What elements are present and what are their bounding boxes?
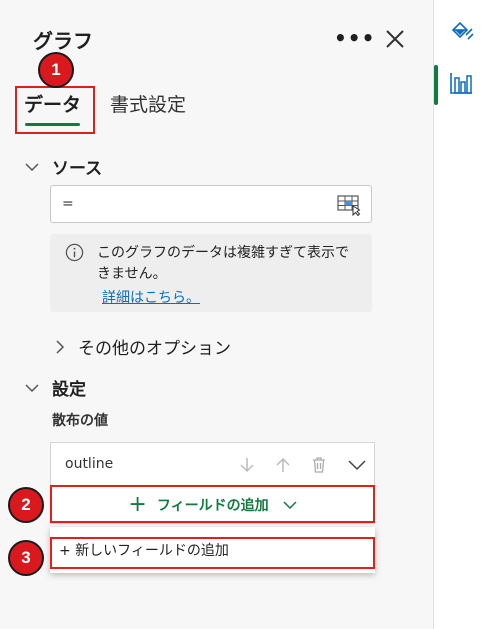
info-message-box: このグラフのデータは複雑すぎて表示できません。 詳細はこちら。 bbox=[50, 234, 372, 312]
tab-format-label: 書式設定 bbox=[110, 94, 187, 116]
source-header-label: ソース bbox=[52, 159, 103, 179]
settings-header-label: 設定 bbox=[52, 380, 86, 400]
delete-icon[interactable] bbox=[309, 455, 329, 475]
scatter-values-label: 散布の値 bbox=[52, 413, 108, 429]
settings-section-header[interactable]: 設定 bbox=[24, 375, 86, 400]
range-select-icon[interactable] bbox=[337, 194, 361, 216]
tab-format[interactable]: 書式設定 bbox=[110, 90, 186, 117]
annotation-badge-3: 3 bbox=[8, 540, 44, 576]
annotation-badge-2: 2 bbox=[8, 487, 44, 523]
chevron-down-icon bbox=[283, 500, 297, 509]
close-icon[interactable] bbox=[381, 25, 409, 53]
plus-icon: + bbox=[128, 491, 147, 517]
tab-bar: データ 書式設定 bbox=[0, 90, 433, 130]
annotation-badge-1: 1 bbox=[38, 52, 74, 88]
more-icon: ••• bbox=[334, 26, 376, 50]
panel-title: グラフ bbox=[33, 29, 93, 53]
source-input-value: = bbox=[62, 196, 74, 212]
chevron-down-icon bbox=[25, 383, 39, 392]
more-options-expander[interactable]: その他のオプション bbox=[52, 334, 231, 359]
arrow-up-icon[interactable] bbox=[273, 455, 293, 475]
more-options-button[interactable]: ••• bbox=[334, 24, 374, 52]
more-options-label: その他のオプション bbox=[78, 339, 231, 359]
chart-icon[interactable] bbox=[448, 70, 474, 96]
chart-panel: グラフ ••• データ 書式設定 ソース = このグラフのデータは複雑すぎて表示… bbox=[0, 0, 433, 629]
side-rail bbox=[433, 0, 486, 629]
field-item[interactable]: outline bbox=[50, 442, 375, 486]
new-field-option[interactable]: + 新しいフィールドの追加 bbox=[59, 540, 229, 560]
info-icon bbox=[65, 243, 84, 262]
add-field-label: フィールドの追加 bbox=[156, 497, 269, 514]
tab-data-label: データ bbox=[24, 94, 82, 116]
add-field-button[interactable]: + フィールドの追加 bbox=[50, 486, 375, 524]
info-message-text: このグラフのデータは複雑すぎて表示できません。 bbox=[97, 245, 349, 282]
field-name: outline bbox=[65, 456, 114, 472]
chevron-down-icon bbox=[25, 162, 39, 171]
chevron-down-icon[interactable] bbox=[347, 455, 367, 475]
rail-active-indicator bbox=[434, 65, 438, 105]
source-range-input[interactable]: = bbox=[50, 185, 372, 223]
learn-more-link[interactable]: 詳細はこちら。 bbox=[102, 287, 200, 307]
paint-format-icon[interactable] bbox=[448, 18, 474, 44]
chevron-right-icon bbox=[56, 339, 65, 354]
active-tab-indicator bbox=[25, 123, 81, 126]
arrow-down-icon[interactable] bbox=[237, 455, 257, 475]
tab-data[interactable]: データ bbox=[24, 90, 82, 126]
add-field-dropdown: + 新しいフィールドの追加 bbox=[50, 527, 375, 573]
source-section-header[interactable]: ソース bbox=[24, 154, 102, 179]
